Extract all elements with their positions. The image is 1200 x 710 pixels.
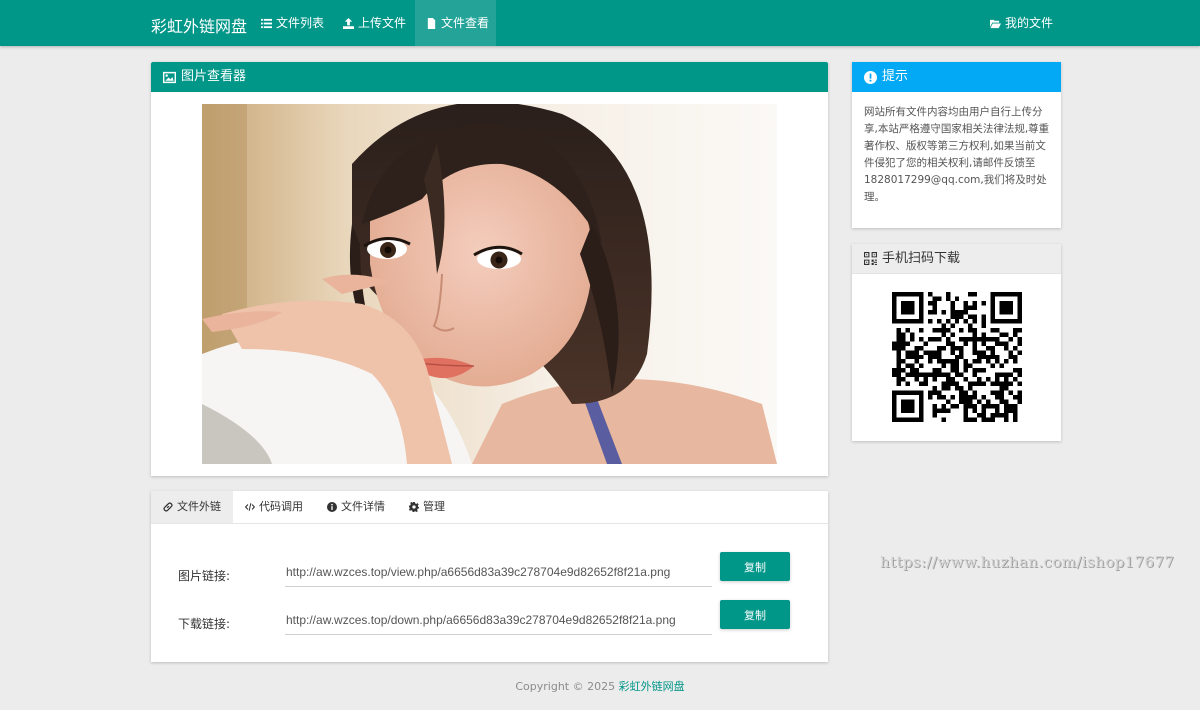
links-tab-bar: 文件外链 代码调用 文件详情 管理 [151, 491, 828, 524]
copy-image-link-button[interactable]: 复制 [720, 552, 790, 581]
image-link-field[interactable] [285, 557, 712, 587]
footer-brand-link[interactable]: 彩虹外链网盘 [619, 680, 685, 693]
image-link-row: 图片链接: 复制 [151, 552, 828, 593]
nav-file-view-label: 文件查看 [441, 16, 490, 30]
file-icon [427, 17, 436, 29]
nav-upload-label: 上传文件 [358, 16, 407, 30]
notice-panel: 提示 网站所有文件内容均由用户自行上传分享,本站严格遵守国家相关法律法规,尊重著… [852, 62, 1061, 228]
top-navbar: 彩虹外链网盘 文件列表 上传文件 文件查看 我的文件 [0, 0, 1200, 46]
code-icon [245, 503, 255, 511]
tab-file-details-label: 文件详情 [341, 500, 385, 513]
list-icon [261, 18, 272, 28]
tab-file-link[interactable]: 文件外链 [151, 491, 233, 523]
footer-copyright: Copyright © 2025 [515, 680, 619, 693]
copy-download-link-button[interactable]: 复制 [720, 600, 790, 629]
qrcode-icon [864, 252, 877, 265]
qr-header: 手机扫码下载 [852, 244, 1061, 274]
tab-manage[interactable]: 管理 [397, 491, 457, 523]
file-links-panel: 文件外链 代码调用 文件详情 管理 图片链接: 复制 下载链接: 复制 [151, 491, 828, 662]
link-icon [163, 502, 173, 512]
nav-file-list[interactable]: 文件列表 [261, 0, 324, 46]
notice-text: 网站所有文件内容均由用户自行上传分享,本站严格遵守国家相关法律法规,尊重著作权、… [864, 106, 1050, 203]
nav-file-view[interactable]: 文件查看 [415, 0, 496, 46]
folder-open-icon [990, 19, 1001, 28]
tab-code-embed[interactable]: 代码调用 [233, 491, 315, 523]
download-qr-code [892, 292, 1022, 422]
notice-title: 提示 [882, 69, 909, 84]
tab-file-link-label: 文件外链 [177, 500, 221, 513]
download-link-label: 下载链接: [178, 617, 231, 631]
watermark-text: https://www.huzhan.com/ishop17677 [880, 553, 1175, 571]
footer: Copyright © 2025 彩虹外链网盘 [0, 678, 1200, 694]
nav-my-files[interactable]: 我的文件 [990, 0, 1053, 46]
download-link-field[interactable] [285, 605, 712, 635]
tab-code-embed-label: 代码调用 [259, 500, 303, 513]
image-viewer-panel: 图片查看器 [151, 62, 828, 476]
download-link-row: 下载链接: 复制 [151, 600, 828, 641]
tab-file-details[interactable]: 文件详情 [315, 491, 397, 523]
viewed-photo[interactable] [202, 104, 777, 464]
photo-portrait [202, 104, 777, 464]
image-link-label: 图片链接: [178, 569, 231, 583]
gear-icon [409, 502, 419, 512]
upload-icon [343, 17, 354, 29]
notice-header: 提示 [852, 62, 1061, 92]
qr-download-panel: 手机扫码下载 [852, 244, 1061, 441]
nav-my-files-label: 我的文件 [1005, 16, 1054, 30]
image-icon [163, 71, 176, 83]
tab-manage-label: 管理 [423, 500, 445, 513]
nav-file-list-label: 文件列表 [276, 16, 325, 30]
nav-upload[interactable]: 上传文件 [343, 0, 406, 46]
image-viewer-title: 图片查看器 [181, 69, 247, 84]
exclamation-circle-icon [864, 70, 877, 84]
brand-logo[interactable]: 彩虹外链网盘 [151, 13, 247, 37]
qr-title: 手机扫码下载 [882, 250, 961, 266]
info-circle-icon [327, 502, 337, 512]
image-viewer-header: 图片查看器 [151, 62, 828, 92]
